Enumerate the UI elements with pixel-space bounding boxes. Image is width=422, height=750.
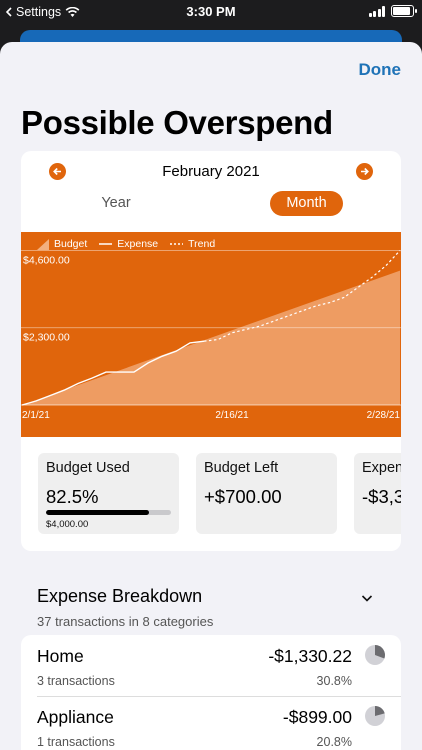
legend-trend: Trend <box>170 238 215 250</box>
budget-progress-bar <box>46 510 171 515</box>
breakdown-subtitle: 37 transactions in 8 categories <box>37 614 214 629</box>
category-name: Home <box>37 646 84 666</box>
category-count: 3 transactions <box>37 674 115 688</box>
solid-line-icon <box>99 243 113 245</box>
stat-budget-total: $4,000.00 <box>46 519 89 530</box>
month-navigator: February 2021 <box>21 161 401 183</box>
category-amount: -$1,330.22 <box>268 646 352 666</box>
stat-title: Budget Used <box>46 460 130 476</box>
stat-value: -$3,300.00 <box>362 486 401 507</box>
status-bar: Settings 3:30 PM <box>0 0 422 24</box>
category-name: Appliance <box>37 707 114 727</box>
status-time: 3:30 PM <box>186 4 236 19</box>
budget-area-icon <box>37 238 49 250</box>
category-percent: 30.8% <box>316 674 352 688</box>
y-tick-label: $4,600.00 <box>23 254 70 266</box>
dashed-line-icon <box>170 243 184 245</box>
category-count: 1 transactions <box>37 735 115 749</box>
next-month-button[interactable] <box>356 163 373 180</box>
chart-legend: Budget Expense Trend <box>37 238 221 250</box>
battery-icon <box>391 5 417 17</box>
y-tick-label: $2,300.00 <box>23 332 70 344</box>
month-label: February 2021 <box>162 163 260 180</box>
stat-card-budget-left: Budget Left +$700.00 <box>196 453 337 534</box>
budget-chart: $2,300.00 $4,600.00 2/1/21 2/16/21 2/28/21 B… <box>21 232 401 437</box>
legend-budget-label: Budget <box>54 238 88 250</box>
pie-chart-icon <box>365 645 385 665</box>
category-amount: -$899.00 <box>282 707 352 727</box>
legend-budget: Budget <box>37 238 87 250</box>
chart-canvas: $2,300.00 $4,600.00 2/1/21 2/16/21 2/28/21 <box>21 250 401 421</box>
breakdown-title: Expense Breakdown <box>37 586 203 606</box>
stat-card-expense: Expense -$3,300.00 <box>354 453 401 534</box>
done-button[interactable]: Done <box>359 60 402 80</box>
segment-year[interactable]: Year <box>76 191 156 216</box>
stat-value: +$700.00 <box>204 486 282 507</box>
stat-value: 82.5% <box>46 486 99 507</box>
stats-carousel[interactable]: Budget Used 82.5% $4,000.00 Budget Left … <box>38 453 401 535</box>
segment-month[interactable]: Month <box>270 191 343 216</box>
arrow-right-icon <box>361 167 369 176</box>
x-tick-label: 2/16/21 <box>215 410 249 421</box>
category-percent: 20.8% <box>316 735 352 749</box>
modal-sheet: Done Possible Overspend February 2021 Ye… <box>0 42 422 750</box>
breakdown-row-home[interactable]: Home 3 transactions -$1,330.22 30.8% <box>21 635 401 696</box>
legend-expense-label: Expense <box>117 238 159 250</box>
breakdown-row-appliance[interactable]: Appliance 1 transactions -$899.00 20.8% <box>21 696 401 750</box>
stat-title: Budget Left <box>204 460 279 476</box>
cellular-signal-icon <box>368 5 385 17</box>
breakdown-list: Home 3 transactions -$1,330.22 30.8% App… <box>21 635 401 750</box>
pie-chart-icon <box>365 706 385 726</box>
chevron-down-icon[interactable] <box>361 592 373 604</box>
period-segmented-control: Year Month <box>21 191 401 217</box>
stat-card-budget-used: Budget Used 82.5% $4,000.00 <box>38 453 179 534</box>
x-tick-label: 2/28/21 <box>367 410 401 421</box>
chart-card: February 2021 Year Month $2,300.00 $4,600… <box>21 151 401 551</box>
x-tick-label: 2/1/21 <box>22 410 50 421</box>
stat-title: Expense <box>362 460 401 476</box>
budget-area <box>22 270 400 405</box>
legend-trend-label: Trend <box>188 238 216 250</box>
progress-fill <box>46 510 150 515</box>
page-title: Possible Overspend <box>21 104 333 141</box>
legend-expense: Expense <box>99 238 158 250</box>
expense-breakdown-header[interactable]: Expense Breakdown 37 transactions in 8 c… <box>21 570 401 640</box>
status-indicators <box>368 5 417 17</box>
